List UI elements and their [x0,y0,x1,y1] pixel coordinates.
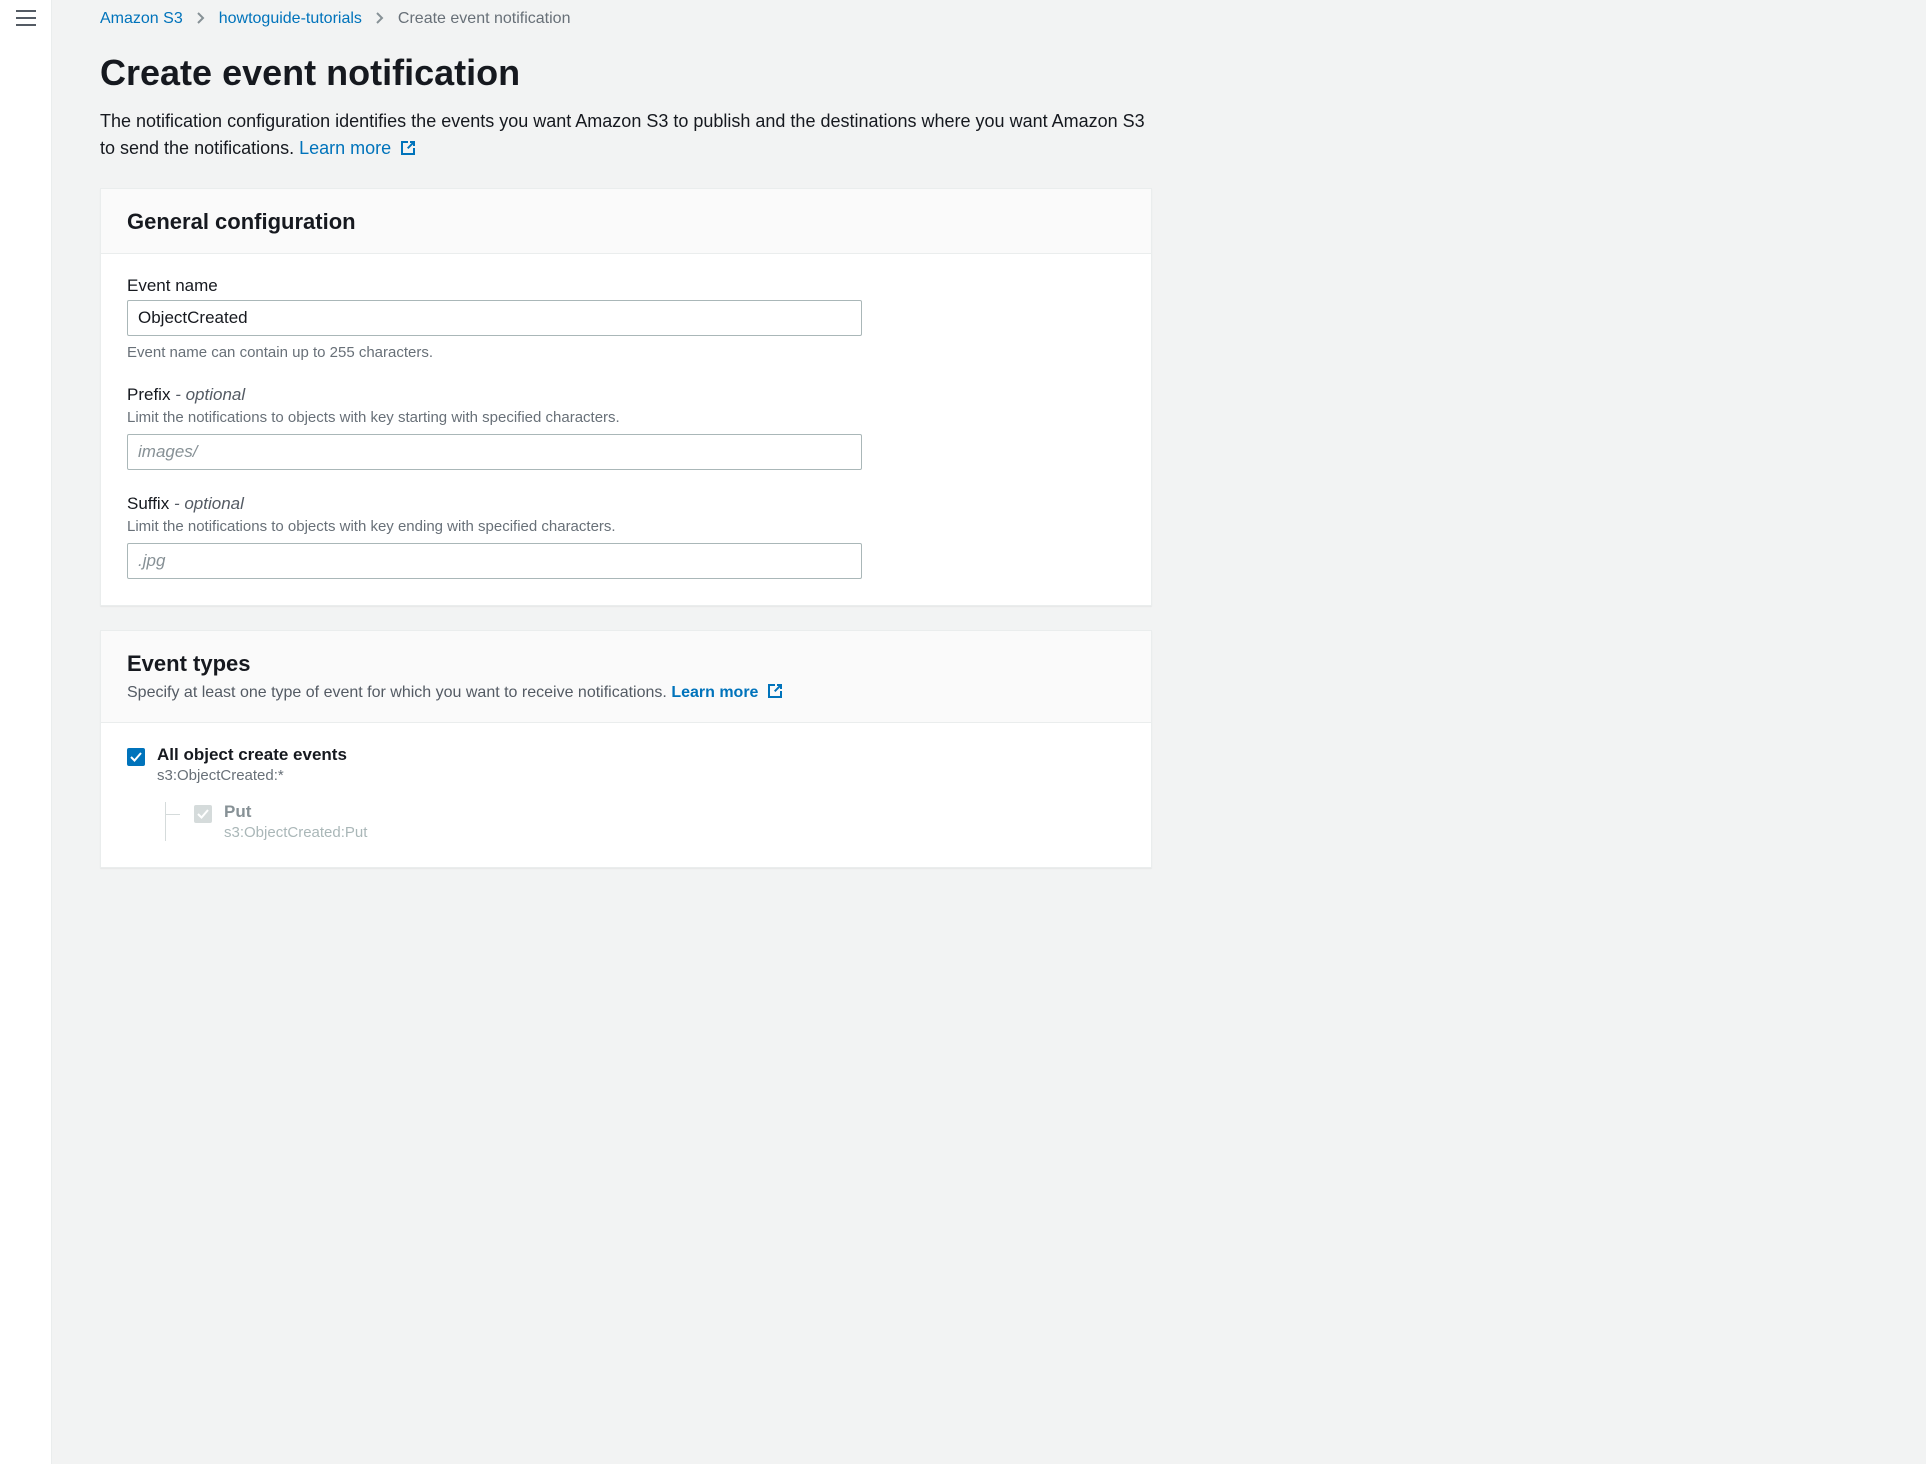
sidebar-rail [0,0,52,1464]
event-types-heading: Event types [127,651,1125,677]
suffix-label: Suffix - optional [127,494,1125,514]
breadcrumb: Amazon S3 howtoguide-tutorials Create ev… [100,10,1152,28]
put-checkbox-row: Put s3:ObjectCreated:Put [194,802,1125,841]
chevron-right-icon [376,11,384,27]
event-types-panel: Event types Specify at least one type of… [100,630,1152,868]
suffix-help: Limit the notifications to objects with … [127,518,1125,535]
general-config-heading: General configuration [127,209,1125,235]
general-configuration-panel: General configuration Event name Event n… [100,188,1152,606]
breadcrumb-current: Create event notification [398,10,571,28]
page-title: Create event notification [100,52,1152,94]
external-link-icon [400,137,416,164]
prefix-input[interactable] [127,434,862,470]
event-types-subtext: Specify at least one type of event for w… [127,683,1125,704]
checkbox-checked-icon [127,748,145,766]
event-name-hint: Event name can contain up to 255 charact… [127,344,1125,361]
all-object-create-checkbox-row[interactable]: All object create events s3:ObjectCreate… [127,745,1125,841]
put-label: Put [224,802,1125,822]
all-object-create-code: s3:ObjectCreated:* [157,767,1125,784]
all-object-create-label: All object create events [157,745,1125,765]
suffix-input[interactable] [127,543,862,579]
breadcrumb-root[interactable]: Amazon S3 [100,10,183,28]
external-link-icon [767,683,783,704]
chevron-right-icon [197,11,205,27]
event-name-label: Event name [127,276,1125,296]
menu-toggle-icon[interactable] [16,10,36,26]
prefix-label: Prefix - optional [127,385,1125,405]
prefix-help: Limit the notifications to objects with … [127,409,1125,426]
learn-more-link[interactable]: Learn more [299,138,416,158]
checkbox-disabled-checked-icon [194,805,212,823]
put-code: s3:ObjectCreated:Put [224,824,1125,841]
event-name-input[interactable] [127,300,862,336]
page-description: The notification configuration identifie… [100,108,1152,164]
event-types-learn-more-link[interactable]: Learn more [671,684,783,701]
breadcrumb-bucket[interactable]: howtoguide-tutorials [219,10,362,28]
